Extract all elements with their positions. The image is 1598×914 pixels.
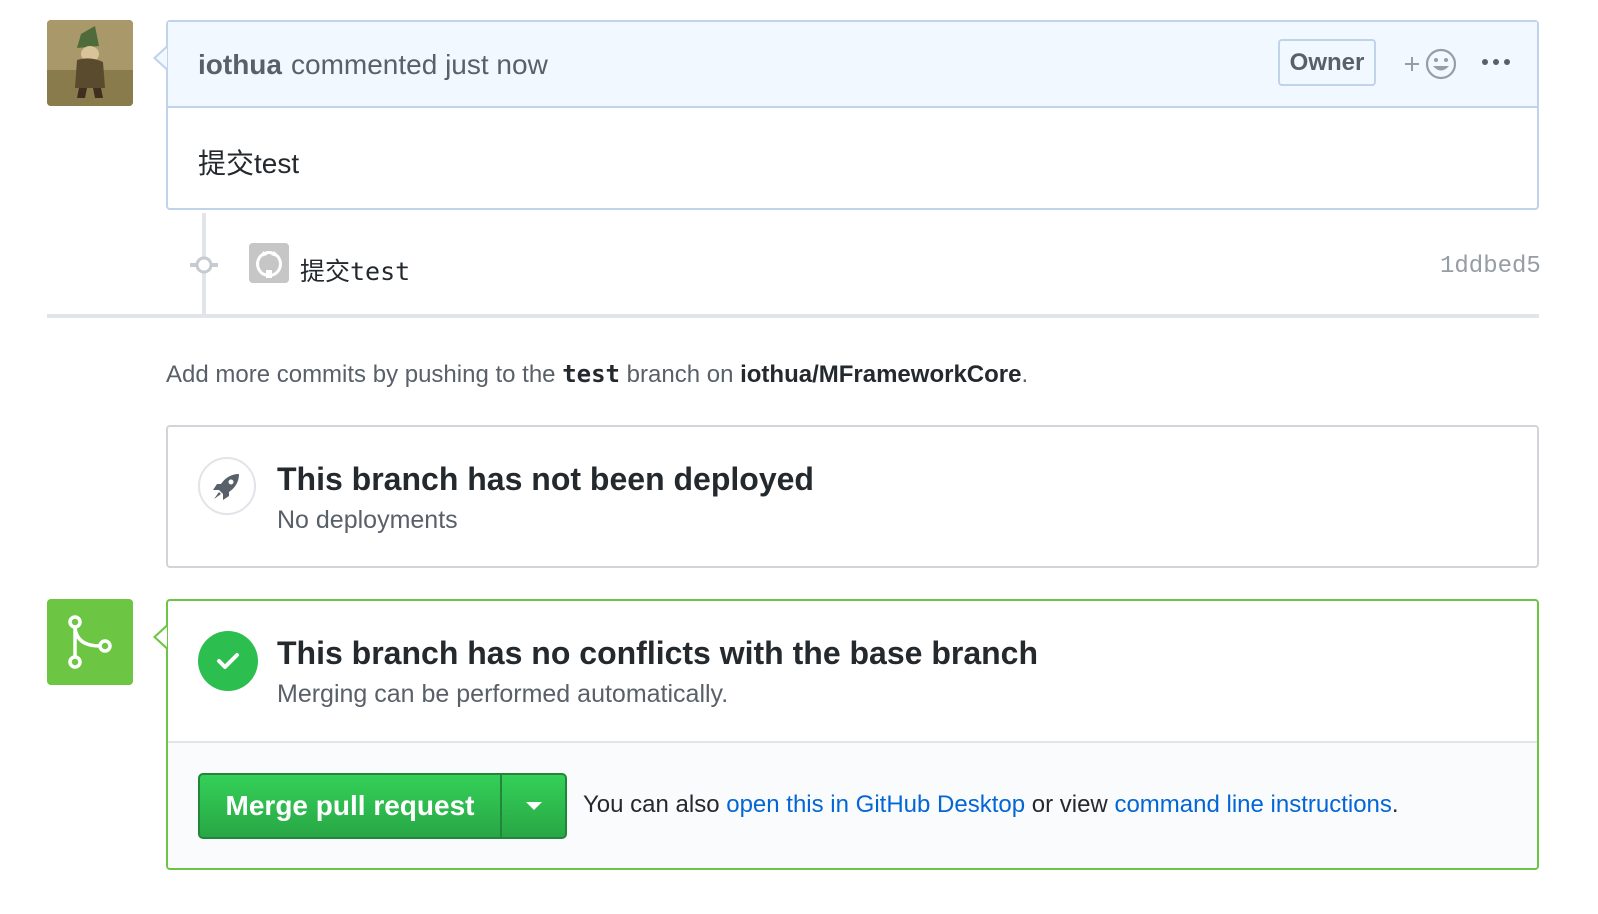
owner-badge: Owner xyxy=(1278,39,1376,86)
github-octocat-icon[interactable] xyxy=(249,243,289,283)
merge-button-group: Merge pull request xyxy=(198,773,567,839)
user-avatar[interactable] xyxy=(47,20,133,106)
merge-footer: Merge pull request You can also open thi… xyxy=(168,741,1537,868)
push-hint-prefix: Add more commits by pushing to the xyxy=(166,361,556,388)
comment-body: 提交test xyxy=(198,148,300,179)
merge-box: This branch has no conflicts with the ba… xyxy=(166,599,1539,870)
rocket-icon xyxy=(198,457,256,515)
kebab-menu-icon xyxy=(1482,59,1510,65)
comment-timestamp: commented just now xyxy=(291,49,548,80)
comment-options-button[interactable] xyxy=(1480,52,1512,72)
triangle-down-icon xyxy=(525,802,542,810)
open-in-desktop-link[interactable]: open this in GitHub Desktop xyxy=(726,791,1025,818)
git-commit-icon xyxy=(190,254,218,276)
command-line-instructions-link[interactable]: command line instructions xyxy=(1114,791,1391,818)
add-reaction-button[interactable] xyxy=(1402,46,1460,82)
push-hint: Add more commits by pushing to the test … xyxy=(166,360,1028,389)
commit-sha[interactable]: 1ddbed5 xyxy=(1440,253,1541,280)
git-merge-icon xyxy=(47,599,133,685)
deployment-title: This branch has not been deployed xyxy=(277,461,814,497)
push-hint-repo: iothua/MFrameworkCore xyxy=(740,361,1022,388)
merge-pull-request-button[interactable]: Merge pull request xyxy=(200,775,502,837)
timeline-divider xyxy=(47,314,1539,318)
deployment-status-box: This branch has not been deployed No dep… xyxy=(166,425,1539,568)
merge-caret-fill xyxy=(156,627,167,647)
also-suffix: . xyxy=(1391,791,1399,818)
comment-author[interactable]: iothua xyxy=(198,49,282,81)
deployment-subtitle: No deployments xyxy=(277,506,458,534)
add-reaction-icon xyxy=(1405,48,1457,80)
push-hint-suffix: . xyxy=(1021,361,1029,388)
avatar-image xyxy=(47,20,133,106)
merge-status-title: This branch has no conflicts with the ba… xyxy=(277,635,1039,671)
merge-options-dropdown[interactable] xyxy=(502,775,565,837)
merge-status-subtitle: Merging can be performed automatically. xyxy=(277,680,729,708)
commit-message[interactable]: 提交test xyxy=(300,252,410,288)
merge-alternatives: You can also open this in GitHub Desktop… xyxy=(583,791,1399,819)
push-hint-branch: test xyxy=(562,360,620,388)
also-middle: or view xyxy=(1031,791,1108,818)
push-hint-middle: branch on xyxy=(626,361,734,388)
check-icon xyxy=(198,631,258,691)
also-prefix: You can also xyxy=(583,791,720,818)
comment-header: iothua commented just now Owner xyxy=(168,22,1537,108)
comment-caret-fill xyxy=(156,48,167,68)
comment-box: iothua commented just now Owner 提交test xyxy=(166,20,1539,210)
